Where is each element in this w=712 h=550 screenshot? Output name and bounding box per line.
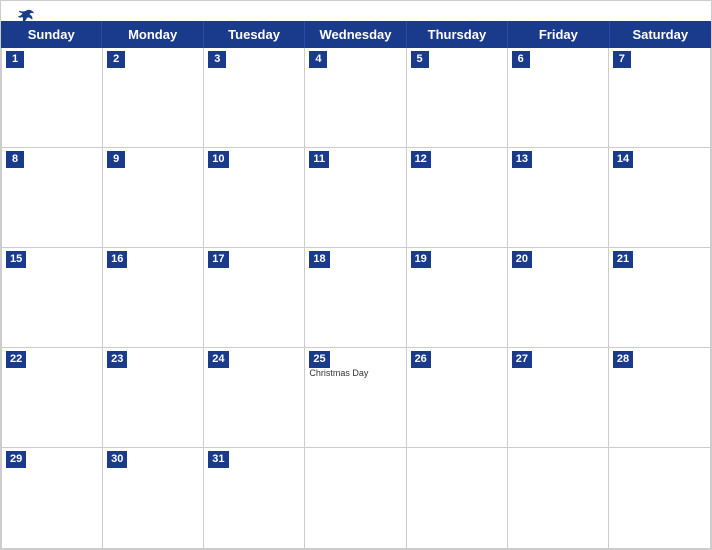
day-number: 24 [208,351,228,368]
day-cell-26: 26 [407,348,508,448]
week-row-2: 8 9 10 11 12 13 14 [2,148,710,248]
day-headers-row: SundayMondayTuesdayWednesdayThursdayFrid… [1,21,711,48]
day-number: 15 [6,251,26,268]
day-cell-6: 6 [508,48,609,148]
day-cell-15: 15 [2,248,103,348]
day-cell-11: 11 [305,148,406,248]
week-row-1: 1 2 3 4 5 6 7 [2,48,710,148]
day-number: 14 [613,151,633,168]
day-cell-20: 20 [508,248,609,348]
day-number: 4 [309,51,327,68]
day-cell-31: 31 [204,448,305,548]
day-header-thursday: Thursday [407,21,508,48]
day-number: 16 [107,251,127,268]
day-cell-4: 4 [305,48,406,148]
day-header-friday: Friday [508,21,609,48]
day-number: 18 [309,251,329,268]
day-header-sunday: Sunday [1,21,102,48]
day-number: 8 [6,151,24,168]
day-number: 23 [107,351,127,368]
day-cell-28: 28 [609,348,710,448]
day-number: 29 [6,451,26,468]
day-cell-8: 8 [2,148,103,248]
logo-bird-icon [17,9,35,25]
day-cell-2: 2 [103,48,204,148]
day-cell-1: 1 [2,48,103,148]
day-cell-17: 17 [204,248,305,348]
day-cell-23: 23 [103,348,204,448]
day-number: 19 [411,251,431,268]
day-header-monday: Monday [102,21,203,48]
day-cell-30: 30 [103,448,204,548]
logo [15,9,35,25]
day-number: 10 [208,151,228,168]
day-number: 2 [107,51,125,68]
day-number: 27 [512,351,532,368]
day-cell-18: 18 [305,248,406,348]
day-cell-7: 7 [609,48,710,148]
day-header-tuesday: Tuesday [204,21,305,48]
day-cell-16: 16 [103,248,204,348]
day-cell-24: 24 [204,348,305,448]
empty-cell [407,448,508,548]
day-cell-9: 9 [103,148,204,248]
day-number: 28 [613,351,633,368]
day-cell-13: 13 [508,148,609,248]
day-number: 30 [107,451,127,468]
day-cell-3: 3 [204,48,305,148]
week-row-5: 29 30 31 [2,448,710,548]
day-number: 6 [512,51,530,68]
day-number: 12 [411,151,431,168]
day-number: 3 [208,51,226,68]
day-cell-12: 12 [407,148,508,248]
day-number: 11 [309,151,329,168]
day-number: 20 [512,251,532,268]
calendar-header [1,1,711,21]
day-number: 26 [411,351,431,368]
day-cell-10: 10 [204,148,305,248]
day-cell-19: 19 [407,248,508,348]
day-cell-27: 27 [508,348,609,448]
week-row-3: 15 16 17 18 19 20 21 [2,248,710,348]
day-cell-29: 29 [2,448,103,548]
day-cell-5: 5 [407,48,508,148]
empty-cell [508,448,609,548]
empty-cell [609,448,710,548]
day-header-wednesday: Wednesday [305,21,406,48]
day-header-saturday: Saturday [610,21,711,48]
day-cell-21: 21 [609,248,710,348]
day-number: 25 [309,351,329,368]
empty-cell [305,448,406,548]
day-number: 22 [6,351,26,368]
day-cell-14: 14 [609,148,710,248]
day-number: 17 [208,251,228,268]
day-number: 13 [512,151,532,168]
day-cell-22: 22 [2,348,103,448]
logo-blue-text [15,9,35,25]
week-row-4: 22 23 24 25Christmas Day 26 27 28 [2,348,710,448]
calendar-grid: 1234567891011121314151617181920212223242… [1,48,711,549]
day-number: 1 [6,51,24,68]
calendar-wrapper: SundayMondayTuesdayWednesdayThursdayFrid… [0,0,712,550]
day-number: 31 [208,451,228,468]
day-number: 7 [613,51,631,68]
day-number: 21 [613,251,633,268]
day-cell-25: 25Christmas Day [305,348,406,448]
holiday-label: Christmas Day [309,368,368,379]
day-number: 5 [411,51,429,68]
day-number: 9 [107,151,125,168]
